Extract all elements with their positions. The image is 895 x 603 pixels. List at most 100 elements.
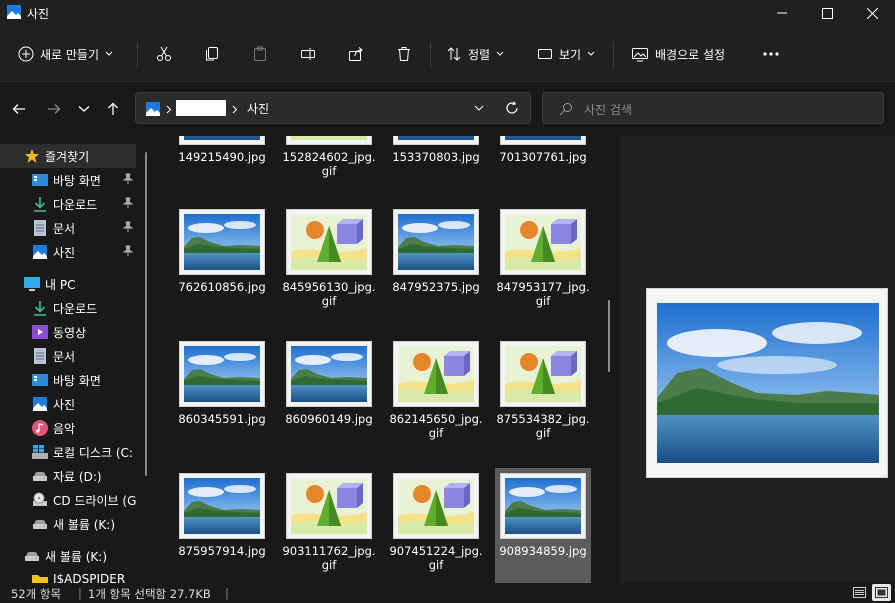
paste-button[interactable]: [252, 40, 268, 68]
file-name: 875534382_jpg. gif: [496, 412, 590, 440]
sidebar-item-label: 사진: [53, 398, 76, 412]
address-bar[interactable]: 사진: [135, 92, 531, 124]
sidebar-item-pictures[interactable]: 사진: [0, 240, 140, 264]
back-button[interactable]: [9, 99, 29, 119]
title-bar: 사진: [0, 0, 895, 26]
thumbnail-view-button[interactable]: [872, 584, 891, 601]
sidebar-item-cd-drive-g[interactable]: CD 드라이브 (G: [0, 488, 140, 512]
gif-thumbnail: [286, 209, 372, 275]
trash-icon: [398, 47, 410, 61]
breadcrumb-current[interactable]: 사진: [247, 100, 269, 117]
thumbnail-view-icon: [875, 587, 888, 598]
rename-button[interactable]: [300, 40, 316, 68]
sidebar-item-pc-pictures[interactable]: 사진: [0, 392, 140, 416]
file-tile[interactable]: 903111762_jpg. gif: [281, 468, 377, 583]
sidebar-item-music[interactable]: 음악: [0, 416, 140, 440]
new-button[interactable]: 새로 만들기: [18, 40, 113, 68]
redacted-path-segment[interactable]: [176, 100, 226, 116]
sidebar-item-label: CD 드라이브 (G: [53, 494, 137, 508]
separator: [137, 42, 138, 68]
video-icon: [32, 325, 48, 339]
forward-button[interactable]: [44, 99, 64, 119]
gif-thumbnail: [393, 473, 479, 539]
file-name: 907451224_jpg. gif: [389, 544, 483, 572]
chevron-down-icon[interactable]: [474, 105, 484, 112]
sidebar-item-drive-d[interactable]: 자료 (D:): [0, 464, 140, 488]
wallpaper-icon: [632, 48, 648, 62]
sidebar-item-adspider[interactable]: I$ADSPIDER: [0, 568, 140, 583]
file-tile[interactable]: 908934859.jpg: [495, 468, 591, 583]
file-view-scrollbar[interactable]: [608, 300, 610, 372]
sidebar-item-local-disk-c[interactable]: 로컬 디스크 (C:: [0, 440, 140, 464]
window-title: 사진: [27, 7, 50, 21]
view-button[interactable]: 보기: [537, 40, 595, 68]
maximize-button[interactable]: [804, 0, 850, 26]
file-tile[interactable]: 845956130_jpg. gif: [281, 204, 377, 326]
file-tile[interactable]: 875957914.jpg: [174, 468, 270, 583]
close-icon: [866, 7, 878, 19]
arrow-right-icon: [48, 104, 61, 114]
selection-info: 1개 항목 선택함 27.7KB: [88, 587, 211, 601]
file-tile[interactable]: 907451224_jpg. gif: [388, 468, 484, 583]
sidebar-item-pc-desktop[interactable]: 바탕 화면: [0, 368, 140, 392]
document-icon: [34, 220, 46, 236]
file-tile[interactable]: 149215490.jpg: [174, 136, 270, 196]
file-tile[interactable]: 847952375.jpg: [388, 204, 484, 326]
sidebar-item-videos[interactable]: 동영상: [0, 320, 140, 344]
image-thumbnail: [179, 209, 265, 275]
close-button[interactable]: [849, 0, 895, 26]
sidebar-item-label: 문서: [53, 222, 76, 236]
up-button[interactable]: [103, 99, 123, 119]
minimize-button[interactable]: [759, 0, 805, 26]
arrow-up-icon: [108, 102, 118, 115]
file-tile[interactable]: 153370803.jpg: [388, 136, 484, 196]
copy-button[interactable]: [204, 40, 220, 68]
sidebar-item-documents[interactable]: 문서: [0, 216, 140, 240]
sidebar-item-volume-k[interactable]: 새 볼륨 (K:): [0, 512, 140, 536]
sidebar-item-pc-downloads[interactable]: 다운로드: [0, 296, 140, 320]
sidebar-item-quick-access[interactable]: 즐겨찾기: [0, 144, 136, 168]
sort-button[interactable]: 정렬: [446, 40, 504, 68]
file-tile[interactable]: 701307761.jpg: [495, 136, 591, 196]
file-name: 847953177_jpg. gif: [496, 280, 590, 308]
pin-icon: [122, 221, 134, 232]
share-button[interactable]: [348, 40, 364, 68]
search-box[interactable]: 사진 검색: [542, 92, 884, 124]
sort-icon: [447, 47, 461, 61]
sidebar-item-label: 바탕 화면: [53, 174, 101, 188]
file-tile[interactable]: 847953177_jpg. gif: [495, 204, 591, 326]
sidebar-item-downloads[interactable]: 다운로드: [0, 192, 140, 216]
pin-icon: [122, 245, 134, 256]
image-thumbnail: [286, 341, 372, 407]
file-tile[interactable]: 762610856.jpg: [174, 204, 270, 326]
file-name: 762610856.jpg: [178, 280, 266, 294]
refresh-icon[interactable]: [505, 101, 519, 115]
file-tile[interactable]: 860960149.jpg: [281, 336, 377, 458]
pin-icon: [122, 197, 134, 208]
pictures-folder-icon: [146, 102, 160, 116]
file-name: 701307761.jpg: [499, 150, 587, 164]
sidebar-item-pc-documents[interactable]: 문서: [0, 344, 140, 368]
more-options-button[interactable]: [762, 40, 780, 68]
sidebar-item-label: 로컬 디스크 (C:: [53, 446, 133, 460]
file-name: 860960149.jpg: [285, 412, 373, 426]
details-view-button[interactable]: [850, 584, 869, 601]
recent-locations-button[interactable]: [74, 99, 94, 119]
sidebar-item-label: 바탕 화면: [53, 374, 101, 388]
cut-button[interactable]: [156, 40, 172, 68]
sidebar-item-this-pc[interactable]: 내 PC: [0, 272, 140, 296]
file-tile[interactable]: 152824602_jpg. gif: [281, 136, 377, 196]
sidebar-item-desktop[interactable]: 바탕 화면: [0, 168, 140, 192]
preview-pane: [620, 136, 895, 583]
file-tile[interactable]: 862145650_jpg. gif: [388, 336, 484, 458]
file-tile[interactable]: 875534382_jpg. gif: [495, 336, 591, 458]
cd-drive-icon: [33, 492, 47, 506]
minimize-icon: [777, 12, 787, 14]
set-background-label: 배경으로 설정: [655, 47, 726, 62]
file-tile[interactable]: 860345591.jpg: [174, 336, 270, 458]
sidebar-item-volume-k-root[interactable]: 새 볼륨 (K:): [0, 544, 140, 568]
delete-button[interactable]: [396, 40, 412, 68]
sidebar-scrollbar[interactable]: [145, 152, 147, 476]
separator: [430, 42, 431, 68]
set-background-button[interactable]: 배경으로 설정: [631, 40, 725, 68]
